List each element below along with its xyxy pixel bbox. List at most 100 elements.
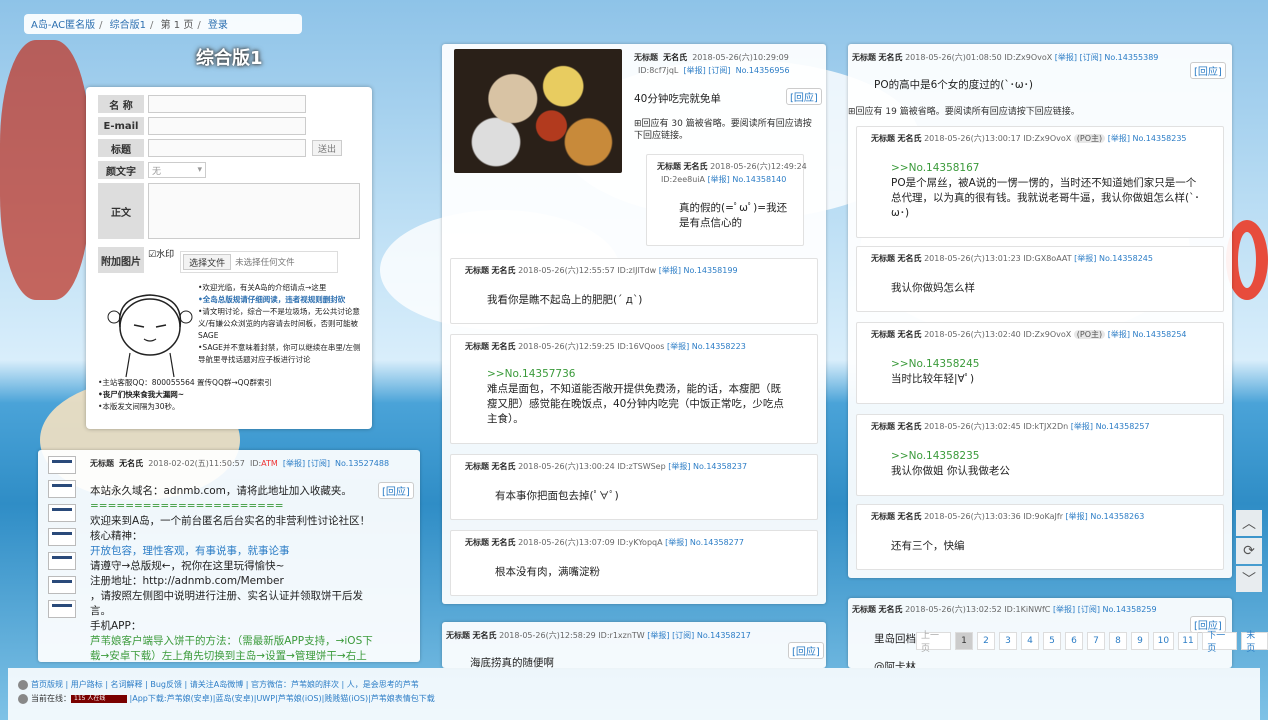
thread-number-link[interactable]: No.13527488 bbox=[335, 459, 389, 468]
thread-number-link[interactable]: No.14358217 bbox=[697, 631, 751, 640]
omitted-text: 回应有 30 篇被省略。要阅读所有回应请按下回应链接。 bbox=[634, 119, 812, 141]
email-field[interactable] bbox=[148, 117, 306, 135]
report-link[interactable]: [举报] bbox=[1053, 605, 1075, 614]
reply-body: 我认你做姐 你认我做老公 bbox=[891, 465, 1010, 477]
reply-number-link[interactable]: No.14358237 bbox=[693, 462, 747, 471]
prev-page-button[interactable]: 上一页 bbox=[916, 631, 952, 654]
breadcrumb-board-link[interactable]: 综合版1 bbox=[110, 20, 146, 31]
report-link[interactable]: [举报] bbox=[683, 66, 705, 75]
reply-number-link[interactable]: No.14358199 bbox=[684, 266, 738, 275]
footer-links[interactable]: 首页版规 | 用户路标 | 名词解释 | Bug反馈 | 请关注A岛微博 | 官… bbox=[31, 680, 419, 689]
page-button-7[interactable]: 7 bbox=[1087, 632, 1106, 650]
report-link[interactable]: [举报] bbox=[1108, 330, 1130, 339]
thread-image[interactable] bbox=[454, 49, 622, 173]
subscribe-link[interactable]: [订阅] bbox=[308, 459, 330, 468]
reply-number-link[interactable]: No.14358263 bbox=[1090, 512, 1144, 521]
reply-button[interactable]: [回应] bbox=[788, 642, 824, 659]
next-page-button[interactable]: 下一页 bbox=[1202, 631, 1238, 654]
reply-quote[interactable]: >>No.14357736 bbox=[487, 367, 575, 382]
page-button-11[interactable]: 11 bbox=[1177, 632, 1199, 650]
reply-meta: 无标题 无名氏 2018-05-26(六)13:02:40 ID:Zx9OvoX… bbox=[871, 329, 1187, 340]
breadcrumb-site-link[interactable]: A岛-AC匿名版 bbox=[31, 20, 95, 31]
omitted-text: 回应有 19 篇被省略。要阅读所有回应请按下回应链接。 bbox=[855, 107, 1080, 117]
reply-button[interactable]: [回应] bbox=[786, 88, 822, 105]
reply-number-link[interactable]: No.14358235 bbox=[1133, 134, 1187, 143]
reply-number-link[interactable]: No.14358254 bbox=[1133, 330, 1187, 339]
note-item: •SAGE并不意味着封禁，你可以继续在串里/左侧导航里寻找话题对应子板进行讨论 bbox=[198, 343, 361, 364]
page-button-4[interactable]: 4 bbox=[1021, 632, 1040, 650]
emoticon-select[interactable]: 无 ▾ bbox=[148, 162, 206, 178]
thread-body: 里岛回档 bbox=[874, 633, 916, 645]
reply-number-link[interactable]: No.14358140 bbox=[732, 175, 786, 184]
page-button-3[interactable]: 3 bbox=[999, 632, 1018, 650]
reply-number-link[interactable]: No.14358257 bbox=[1096, 422, 1150, 431]
subscribe-link[interactable]: [订阅] bbox=[672, 631, 694, 640]
chevron-up-icon: ︿ bbox=[1242, 516, 1256, 532]
reply-body: 难点是面包，不知道能否敞开提供免费汤，能的话，本瘦肥（既瘦又肥）感觉能在晚饭点，… bbox=[487, 383, 784, 425]
reply-quote[interactable]: >>No.14358167 bbox=[891, 161, 979, 176]
thread-announcement: 无标题 无名氏 2018-02-02(五)11:50:57 ID:ATM [举报… bbox=[38, 450, 420, 662]
page-button-1[interactable]: 1 bbox=[955, 632, 974, 650]
report-link[interactable]: [举报] bbox=[1074, 254, 1096, 263]
report-link[interactable]: [举报] bbox=[1055, 53, 1077, 62]
page-button-5[interactable]: 5 bbox=[1043, 632, 1062, 650]
page-button-10[interactable]: 10 bbox=[1153, 632, 1174, 650]
report-link[interactable]: [举报] bbox=[668, 462, 690, 471]
report-link[interactable]: [举报] bbox=[665, 538, 687, 547]
last-page-button[interactable]: 末页 bbox=[1241, 631, 1268, 654]
reply-title: 无标题 bbox=[871, 254, 895, 263]
reply-quote[interactable]: >>No.14358245 bbox=[891, 357, 979, 372]
reply-button[interactable]: [回应] bbox=[378, 482, 414, 499]
report-link[interactable]: [举报] bbox=[647, 631, 669, 640]
refresh-button[interactable]: ⟳ bbox=[1236, 538, 1262, 564]
po-badge: (PO主) bbox=[1073, 330, 1106, 339]
body-textarea[interactable] bbox=[148, 183, 360, 239]
report-link[interactable]: [举报] bbox=[1108, 134, 1130, 143]
thread-food: 无标题 无名氏 2018-05-26(六)10:29:09 ID:8cf7jqL… bbox=[442, 44, 826, 604]
scroll-top-button[interactable]: ︿ bbox=[1236, 510, 1262, 536]
login-link[interactable]: 登录 bbox=[208, 20, 228, 31]
report-link[interactable]: [举报] bbox=[1071, 422, 1093, 431]
page-button-9[interactable]: 9 bbox=[1131, 632, 1150, 650]
reply-quote[interactable]: >>No.14358235 bbox=[891, 449, 979, 464]
reply-post: 无标题 无名氏 2018-05-26(六)13:00:24 ID:zTSWSep… bbox=[450, 454, 818, 520]
page-button-2[interactable]: 2 bbox=[977, 632, 996, 650]
reply-post: 无标题 无名氏 2018-05-26(六)12:49:24 ID:2ee8uiA… bbox=[646, 154, 807, 246]
report-link[interactable]: [举报] bbox=[708, 175, 730, 184]
thread-title: 无标题 bbox=[90, 459, 114, 468]
note-item: •欢迎光临，有关A岛的介绍请点→这里 bbox=[198, 283, 327, 292]
reply-body: 我认你做妈怎么样 bbox=[891, 282, 975, 294]
subscribe-link[interactable]: [订阅] bbox=[708, 66, 730, 75]
subject-field[interactable] bbox=[148, 139, 306, 157]
subscribe-link[interactable]: [订阅] bbox=[1080, 53, 1102, 62]
subscribe-link[interactable]: [订阅] bbox=[1078, 605, 1100, 614]
send-button[interactable]: 送出 bbox=[312, 140, 343, 156]
app-download-links[interactable]: |App下载:芦苇娘(安卓)|蓝岛(安卓)|UWP|芦苇娘(iOS)|贱贱猫(i… bbox=[130, 694, 435, 703]
page-button-6[interactable]: 6 bbox=[1065, 632, 1084, 650]
report-link[interactable]: [举报] bbox=[667, 342, 689, 351]
choose-file-button[interactable]: 选择文件 bbox=[183, 254, 232, 270]
report-link[interactable]: [举报] bbox=[1066, 512, 1088, 521]
thread-body: 40分钟吃完就免单 bbox=[634, 93, 721, 105]
report-link[interactable]: [举报] bbox=[659, 266, 681, 275]
reply-number-link[interactable]: No.14358277 bbox=[690, 538, 744, 547]
thread-body: 本站永久域名：adnmb.com，请将此地址加入收藏夹。 ===========… bbox=[90, 484, 376, 662]
name-field[interactable] bbox=[148, 95, 306, 113]
page-button-8[interactable]: 8 bbox=[1109, 632, 1128, 650]
reply-button[interactable]: [回应] bbox=[1190, 62, 1226, 79]
scroll-bottom-button[interactable]: ﹀ bbox=[1236, 566, 1262, 592]
body-line: ，请按照左侧图中说明进行注册、实名认证并领取饼干后发言。 bbox=[90, 590, 363, 617]
reply-number-link[interactable]: No.14358245 bbox=[1099, 254, 1153, 263]
chevron-down-icon: ﹀ bbox=[1242, 572, 1256, 588]
reply-id: ID:16VQoos bbox=[617, 342, 665, 351]
reply-post: 无标题 无名氏 2018-05-26(六)12:55:57 ID:zIJlTdw… bbox=[450, 258, 818, 324]
expand-icon: ⊞ bbox=[634, 119, 642, 129]
report-link[interactable]: [举报] bbox=[283, 459, 305, 468]
thread-number-link[interactable]: No.14356956 bbox=[736, 66, 790, 75]
reply-number-link[interactable]: No.14358223 bbox=[692, 342, 746, 351]
thread-number-link[interactable]: No.14355389 bbox=[1104, 53, 1158, 62]
reply-id: ID:GX8oAAT bbox=[1023, 254, 1072, 263]
thread-number-link[interactable]: No.14358259 bbox=[1103, 605, 1157, 614]
reply-post: 无标题 无名氏 2018-05-26(六)13:03:36 ID:9oKaJfr… bbox=[856, 504, 1224, 570]
watermark-toggle[interactable]: ☑水印 bbox=[148, 247, 174, 260]
